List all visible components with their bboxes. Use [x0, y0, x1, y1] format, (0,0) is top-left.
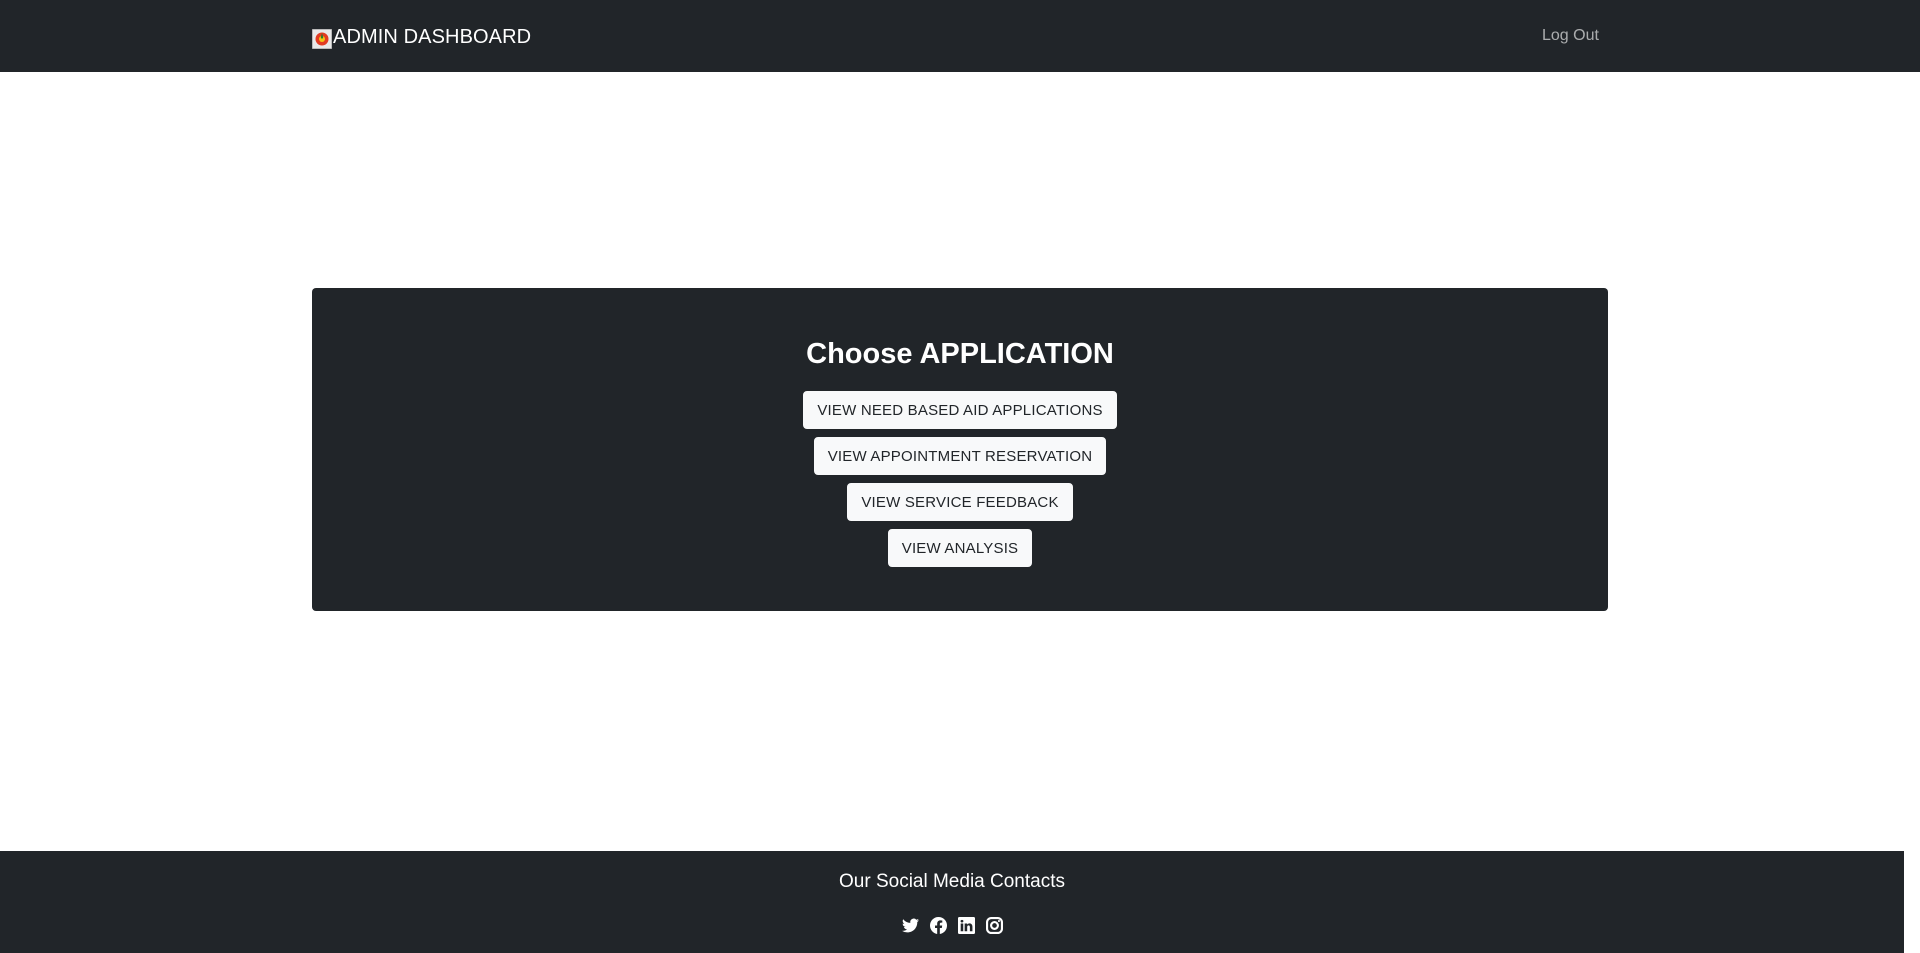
instagram-icon[interactable] — [985, 917, 1003, 934]
panel-title: Choose APPLICATION — [806, 338, 1114, 370]
button-group: VIEW NEED BASED AID APPLICATIONS VIEW AP… — [312, 391, 1608, 567]
logout-link[interactable]: Log Out — [1542, 27, 1599, 45]
twitter-icon[interactable] — [901, 917, 919, 934]
facebook-icon[interactable] — [929, 917, 947, 934]
admin-logo-icon — [312, 29, 332, 49]
application-chooser-panel: Choose APPLICATION VIEW NEED BASED AID A… — [312, 288, 1608, 611]
view-service-feedback-button[interactable]: VIEW SERVICE FEEDBACK — [847, 483, 1073, 521]
linkedin-icon[interactable] — [957, 917, 975, 934]
social-links — [0, 917, 1904, 934]
view-analysis-button[interactable]: VIEW ANALYSIS — [887, 529, 1033, 567]
footer-title: Our Social Media Contacts — [839, 871, 1065, 892]
brand-link[interactable]: ADMIN DASHBOARD — [312, 24, 531, 50]
view-appointment-reservation-button[interactable]: VIEW APPOINTMENT RESERVATION — [813, 437, 1107, 475]
footer: Our Social Media Contacts — [0, 851, 1904, 953]
top-navbar: ADMIN DASHBOARD Log Out — [0, 0, 1920, 72]
view-need-based-aid-button[interactable]: VIEW NEED BASED AID APPLICATIONS — [803, 391, 1117, 429]
brand-title: ADMIN DASHBOARD — [333, 25, 532, 48]
